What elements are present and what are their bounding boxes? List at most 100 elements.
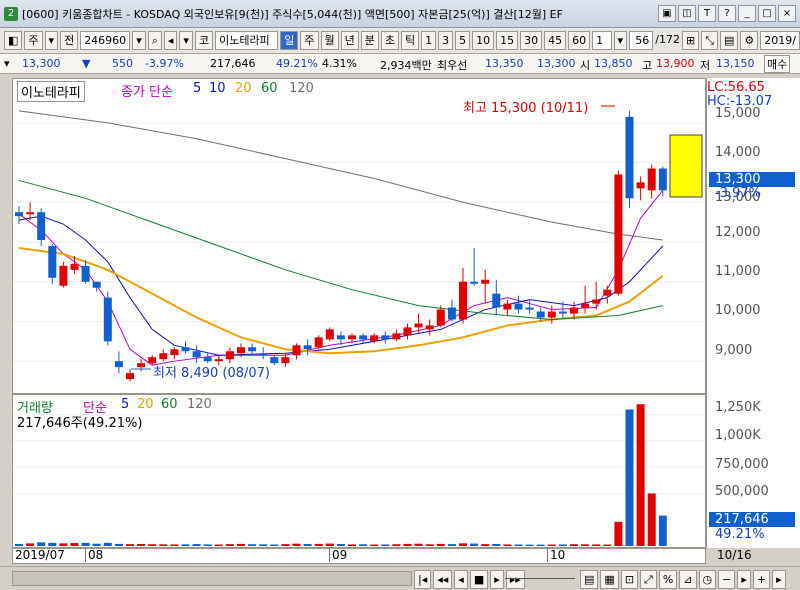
search-icon[interactable]: ⌕ xyxy=(147,31,162,50)
count-total: /172 xyxy=(655,33,680,46)
volume-bar xyxy=(314,543,323,546)
low-price: 13,150 xyxy=(716,57,755,70)
period-week-tab[interactable]: 주 xyxy=(300,31,319,50)
period-second-tab[interactable]: 초 xyxy=(380,31,400,50)
minimize-button[interactable]: _ xyxy=(738,5,756,22)
grid-icon[interactable]: ▦ xyxy=(600,570,619,589)
volume-bar xyxy=(70,543,79,546)
clock-icon[interactable]: ◷ xyxy=(698,570,717,589)
save-icon[interactable]: ▤ xyxy=(720,31,739,50)
candle-body xyxy=(625,116,634,199)
settings-icon[interactable]: ⚙ xyxy=(740,31,759,50)
quote-bar: ▾ 13,300 ▼ 550 -3.97% 217,646 49.21% 4.3… xyxy=(0,54,800,74)
candle-body xyxy=(392,333,401,340)
candle-body xyxy=(492,293,501,308)
buy-button[interactable]: 매수 xyxy=(764,55,791,73)
rewind-icon[interactable]: ◂◂ xyxy=(433,570,453,589)
next-icon[interactable]: ▸ xyxy=(490,570,504,589)
quote-menu-icon[interactable]: ▾ xyxy=(4,57,10,70)
candle-body xyxy=(214,359,223,362)
best-ask: 13,350 xyxy=(485,57,524,70)
expand-right-icon[interactable]: ▸ xyxy=(737,570,751,589)
interval-60[interactable]: 60 xyxy=(568,31,591,50)
candle-body xyxy=(470,281,479,284)
quote-volume: 217,646 xyxy=(210,57,256,70)
volume-bar xyxy=(658,515,667,546)
volume-bar xyxy=(536,544,545,546)
kind-label: 코 xyxy=(194,31,214,50)
market-dropdown-icon[interactable]: ▾ xyxy=(44,31,59,50)
view-icon[interactable]: ▤ xyxy=(580,570,599,589)
period-month-tab[interactable]: 월 xyxy=(320,31,339,50)
interval-15[interactable]: 15 xyxy=(496,31,519,50)
volume-chart[interactable]: 거래량 단순 5 20 60 120 217,646주(49.21%) xyxy=(12,394,706,548)
date-axis: 2019/07 08 09 10 xyxy=(12,548,706,564)
layout-icon[interactable]: ▣ xyxy=(658,5,676,22)
high-label: 고 xyxy=(642,59,653,72)
candle-body xyxy=(192,351,201,358)
collapse-right-icon[interactable]: ▸ xyxy=(772,570,786,589)
interval-45[interactable]: 45 xyxy=(544,31,567,50)
interval-3[interactable]: 3 xyxy=(438,31,454,50)
candle-body xyxy=(203,357,212,362)
volume-bar xyxy=(570,544,578,546)
prefix-button[interactable]: 전 xyxy=(60,31,79,50)
candle-body xyxy=(103,297,112,342)
period-tick-tab[interactable]: 틱 xyxy=(401,31,420,50)
chart-toolbar: ◧ 주 ▾ 전 246960 ▾ ⌕ ◂ ▾ 코 이노테라피 일 주 월 년 분… xyxy=(0,28,800,54)
percent-icon[interactable]: % xyxy=(658,570,678,589)
interval-input[interactable]: 1 xyxy=(592,31,612,50)
ma60-line xyxy=(18,179,663,320)
zoom-slider[interactable] xyxy=(505,578,575,579)
tool-icon[interactable]: ⊞ xyxy=(681,31,700,50)
candle-body xyxy=(292,345,301,356)
close-button[interactable]: × xyxy=(778,5,796,22)
period-minute-tab[interactable]: 분 xyxy=(360,31,379,50)
fastforward-icon[interactable]: ▸▸ xyxy=(505,570,525,589)
zoom-icon[interactable]: ⊡ xyxy=(620,570,639,589)
candle-body xyxy=(414,323,423,328)
interval-5[interactable]: 5 xyxy=(455,31,471,50)
interval-10[interactable]: 10 xyxy=(472,31,495,50)
interval-dropdown-icon[interactable]: ▾ xyxy=(613,31,628,50)
high-price: 13,900 xyxy=(656,57,695,70)
date-input[interactable]: 2019/ xyxy=(760,31,800,50)
zoom-out-button[interactable]: − xyxy=(718,570,736,589)
volume-tick: 750,000 xyxy=(715,457,769,472)
volume-bar xyxy=(59,543,68,546)
drawing-icon[interactable]: ⤡ xyxy=(701,31,719,50)
stop-icon[interactable]: ■ xyxy=(469,570,489,589)
count-input[interactable]: 56 xyxy=(629,31,654,50)
candle-body xyxy=(225,351,234,360)
market-select[interactable]: 주 xyxy=(24,31,43,50)
first-icon[interactable]: |◂ xyxy=(414,570,432,589)
expand-icon[interactable]: ⤢ xyxy=(640,570,657,589)
period-year-tab[interactable]: 년 xyxy=(340,31,359,50)
price-chart[interactable]: 이노테라피 종가 단순 5 10 20 60 120 최고 15,300 (10… xyxy=(12,78,706,394)
code-dropdown-icon[interactable]: ▾ xyxy=(132,31,146,50)
split-icon[interactable]: ◫ xyxy=(678,5,696,22)
sound-icon[interactable]: ◂ xyxy=(163,31,178,50)
sound-dropdown-icon[interactable]: ▾ xyxy=(179,31,193,50)
price-tick: 15,000 xyxy=(715,106,761,121)
horizontal-scrollbar[interactable] xyxy=(12,571,412,586)
volume-bar xyxy=(81,542,90,546)
volume-bar xyxy=(181,544,190,546)
pin-icon[interactable]: ⊿ xyxy=(679,570,697,589)
period-day-tab[interactable]: 일 xyxy=(280,31,299,50)
interval-1[interactable]: 1 xyxy=(421,31,437,50)
prev-icon[interactable]: ◂ xyxy=(454,570,468,589)
volume-bar xyxy=(170,544,179,546)
candle-body xyxy=(92,281,101,288)
interval-30[interactable]: 30 xyxy=(520,31,543,50)
stock-code-input[interactable]: 246960 xyxy=(80,31,131,50)
volume-bar xyxy=(281,544,290,546)
help-icon[interactable]: ? xyxy=(718,5,736,22)
chart-menu-icon[interactable]: ◧ xyxy=(4,31,23,50)
volume-tick: 1,250K xyxy=(715,400,761,415)
volume-bar xyxy=(203,544,212,546)
font-icon[interactable]: T xyxy=(698,5,716,22)
maximize-button[interactable]: □ xyxy=(758,5,776,22)
candle-body xyxy=(114,361,123,368)
zoom-in-button[interactable]: + xyxy=(752,570,771,589)
